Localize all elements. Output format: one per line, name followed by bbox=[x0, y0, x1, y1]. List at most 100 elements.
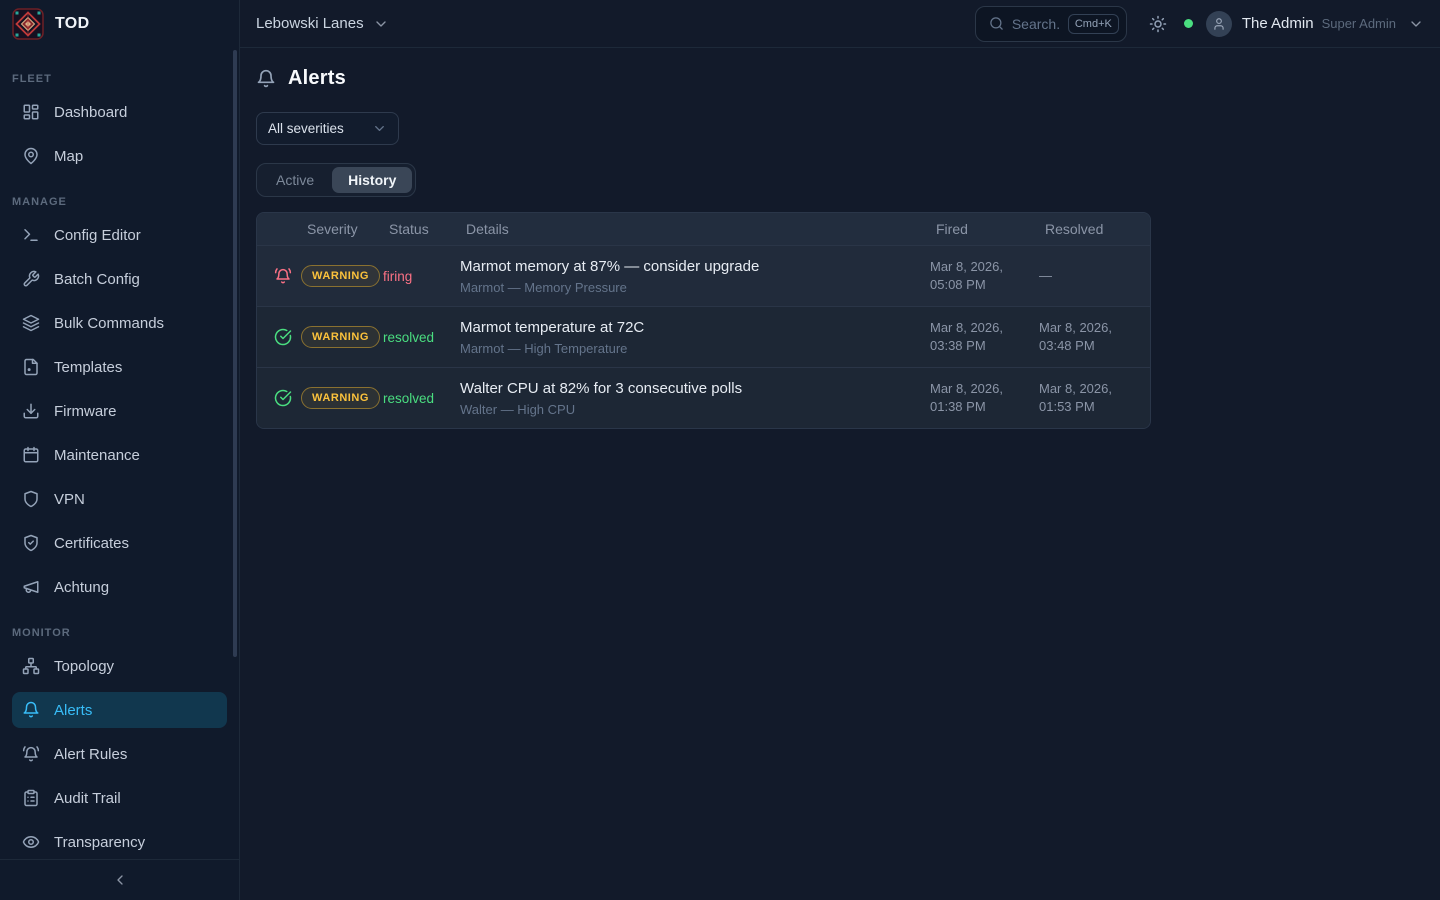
chevron-left-icon bbox=[112, 872, 128, 888]
column-header-details: Details bbox=[460, 221, 930, 237]
bell-icon bbox=[22, 701, 40, 719]
sidebar-item-label: Templates bbox=[54, 359, 122, 376]
sidebar-item-topology[interactable]: Topology bbox=[12, 648, 227, 684]
sidebar-item-label: Firmware bbox=[54, 403, 117, 420]
table-header-row: Severity Status Details Fired Resolved bbox=[257, 213, 1150, 245]
sidebar-item-vpn[interactable]: VPN bbox=[12, 481, 227, 517]
search-input[interactable]: Search... Cmd+K bbox=[975, 6, 1127, 42]
sidebar-item-audit-trail[interactable]: Audit Trail bbox=[12, 780, 227, 816]
sun-icon bbox=[1149, 15, 1167, 33]
sidebar-item-label: VPN bbox=[54, 491, 85, 508]
main-area: Lebowski Lanes Search... Cmd+K The Admin bbox=[240, 0, 1440, 900]
alert-state-icon-cell bbox=[257, 389, 301, 407]
table-row[interactable]: WARNING resolved Walter CPU at 82% for 3… bbox=[257, 367, 1150, 428]
alert-details-cell: Walter CPU at 82% for 3 consecutive poll… bbox=[460, 380, 930, 417]
resolved-timestamp: Mar 8, 2026, 01:53 PM bbox=[1039, 380, 1150, 415]
alert-state-icon-cell bbox=[257, 328, 301, 346]
severity-badge: WARNING bbox=[301, 326, 380, 348]
sidebar-item-achtung[interactable]: Achtung bbox=[12, 569, 227, 605]
check-circle-icon bbox=[274, 328, 292, 346]
alert-state-icon-cell bbox=[257, 267, 301, 285]
table-row[interactable]: WARNING firing Marmot memory at 87% — co… bbox=[257, 245, 1150, 306]
alert-subtitle: Marmot — High Temperature bbox=[460, 341, 918, 356]
page-title: Alerts bbox=[288, 67, 346, 90]
user-name: The Admin bbox=[1242, 15, 1314, 32]
section-label-fleet: Fleet bbox=[12, 72, 227, 86]
fired-timestamp: Mar 8, 2026, 05:08 PM bbox=[930, 258, 1039, 293]
column-header-severity: Severity bbox=[301, 221, 383, 237]
topbar-right: Search... Cmd+K The Admin Super Admin bbox=[975, 6, 1424, 42]
search-shortcut-kbd: Cmd+K bbox=[1068, 14, 1119, 34]
sidebar-item-bulk-commands[interactable]: Bulk Commands bbox=[12, 305, 227, 341]
sidebar-item-firmware[interactable]: Firmware bbox=[12, 393, 227, 429]
sidebar-item-label: Audit Trail bbox=[54, 790, 121, 807]
sidebar: TOD Fleet Dashboard Map Manage Config Ed… bbox=[0, 0, 240, 900]
sidebar-item-label: Alert Rules bbox=[54, 746, 127, 763]
bell-icon bbox=[256, 69, 276, 89]
download-icon bbox=[22, 402, 40, 420]
alert-title: Walter CPU at 82% for 3 consecutive poll… bbox=[460, 380, 918, 397]
shield-check-icon bbox=[22, 534, 40, 552]
eye-icon bbox=[22, 833, 40, 851]
network-icon bbox=[22, 657, 40, 675]
file-icon bbox=[22, 358, 40, 376]
connection-status-dot bbox=[1184, 19, 1193, 28]
alert-subtitle: Walter — High CPU bbox=[460, 402, 918, 417]
wrench-icon bbox=[22, 270, 40, 288]
status-text: resolved bbox=[383, 391, 460, 406]
topbar: Lebowski Lanes Search... Cmd+K The Admin bbox=[240, 0, 1440, 48]
sidebar-collapse-button[interactable] bbox=[0, 859, 239, 900]
sidebar-item-batch-config[interactable]: Batch Config bbox=[12, 261, 227, 297]
sidebar-scrollbar[interactable] bbox=[233, 50, 237, 657]
alert-subtitle: Marmot — Memory Pressure bbox=[460, 280, 918, 295]
severity-filter-select[interactable]: All severities bbox=[256, 112, 399, 145]
brand-title: TOD bbox=[55, 15, 89, 33]
sidebar-item-templates[interactable]: Templates bbox=[12, 349, 227, 385]
sidebar-item-dashboard[interactable]: Dashboard bbox=[12, 94, 227, 130]
sidebar-item-maintenance[interactable]: Maintenance bbox=[12, 437, 227, 473]
sidebar-item-label: Dashboard bbox=[54, 104, 127, 121]
status-text: firing bbox=[383, 269, 460, 284]
avatar[interactable] bbox=[1206, 11, 1232, 37]
sidebar-item-alert-rules[interactable]: Alert Rules bbox=[12, 736, 227, 772]
user-menu-chevron-icon[interactable] bbox=[1408, 16, 1424, 32]
sidebar-item-label: Transparency bbox=[54, 834, 145, 851]
sidebar-item-label: Topology bbox=[54, 658, 114, 675]
terminal-icon bbox=[22, 226, 40, 244]
sidebar-item-config-editor[interactable]: Config Editor bbox=[12, 217, 227, 253]
tab-history[interactable]: History bbox=[332, 167, 412, 193]
column-header-fired: Fired bbox=[930, 221, 1039, 237]
sidebar-item-transparency[interactable]: Transparency bbox=[12, 824, 227, 859]
sidebar-item-map[interactable]: Map bbox=[12, 138, 227, 174]
clipboard-icon bbox=[22, 789, 40, 807]
user-icon bbox=[1212, 17, 1226, 31]
layers-icon bbox=[22, 314, 40, 332]
alert-details-cell: Marmot temperature at 72C Marmot — High … bbox=[460, 319, 930, 356]
alerts-tabs: Active History bbox=[256, 163, 416, 197]
shield-icon bbox=[22, 490, 40, 508]
check-circle-icon bbox=[274, 389, 292, 407]
dashboard-icon bbox=[22, 103, 40, 121]
sidebar-item-label: Map bbox=[54, 148, 83, 165]
alerts-table: Severity Status Details Fired Resolved W… bbox=[256, 212, 1151, 429]
chevron-down-icon bbox=[373, 16, 389, 32]
sidebar-item-label: Bulk Commands bbox=[54, 315, 164, 332]
fired-timestamp: Mar 8, 2026, 03:38 PM bbox=[930, 319, 1039, 354]
map-pin-icon bbox=[22, 147, 40, 165]
sidebar-item-label: Certificates bbox=[54, 535, 129, 552]
theme-toggle-button[interactable] bbox=[1149, 15, 1167, 33]
chevron-down-icon bbox=[372, 121, 387, 136]
column-header-status: Status bbox=[383, 221, 460, 237]
sidebar-item-certificates[interactable]: Certificates bbox=[12, 525, 227, 561]
bell-ring-icon bbox=[22, 745, 40, 763]
tab-active[interactable]: Active bbox=[260, 167, 330, 193]
status-text: resolved bbox=[383, 330, 460, 345]
severity-badge: WARNING bbox=[301, 387, 380, 409]
resolved-timestamp: — bbox=[1039, 267, 1150, 285]
severity-filter-value: All severities bbox=[268, 121, 344, 136]
table-row[interactable]: WARNING resolved Marmot temperature at 7… bbox=[257, 306, 1150, 367]
sidebar-item-alerts[interactable]: Alerts bbox=[12, 692, 227, 728]
sidebar-item-label: Achtung bbox=[54, 579, 109, 596]
alerts-page: Alerts All severities Active History Sev… bbox=[240, 48, 1440, 446]
site-switcher[interactable]: Lebowski Lanes bbox=[256, 15, 389, 32]
